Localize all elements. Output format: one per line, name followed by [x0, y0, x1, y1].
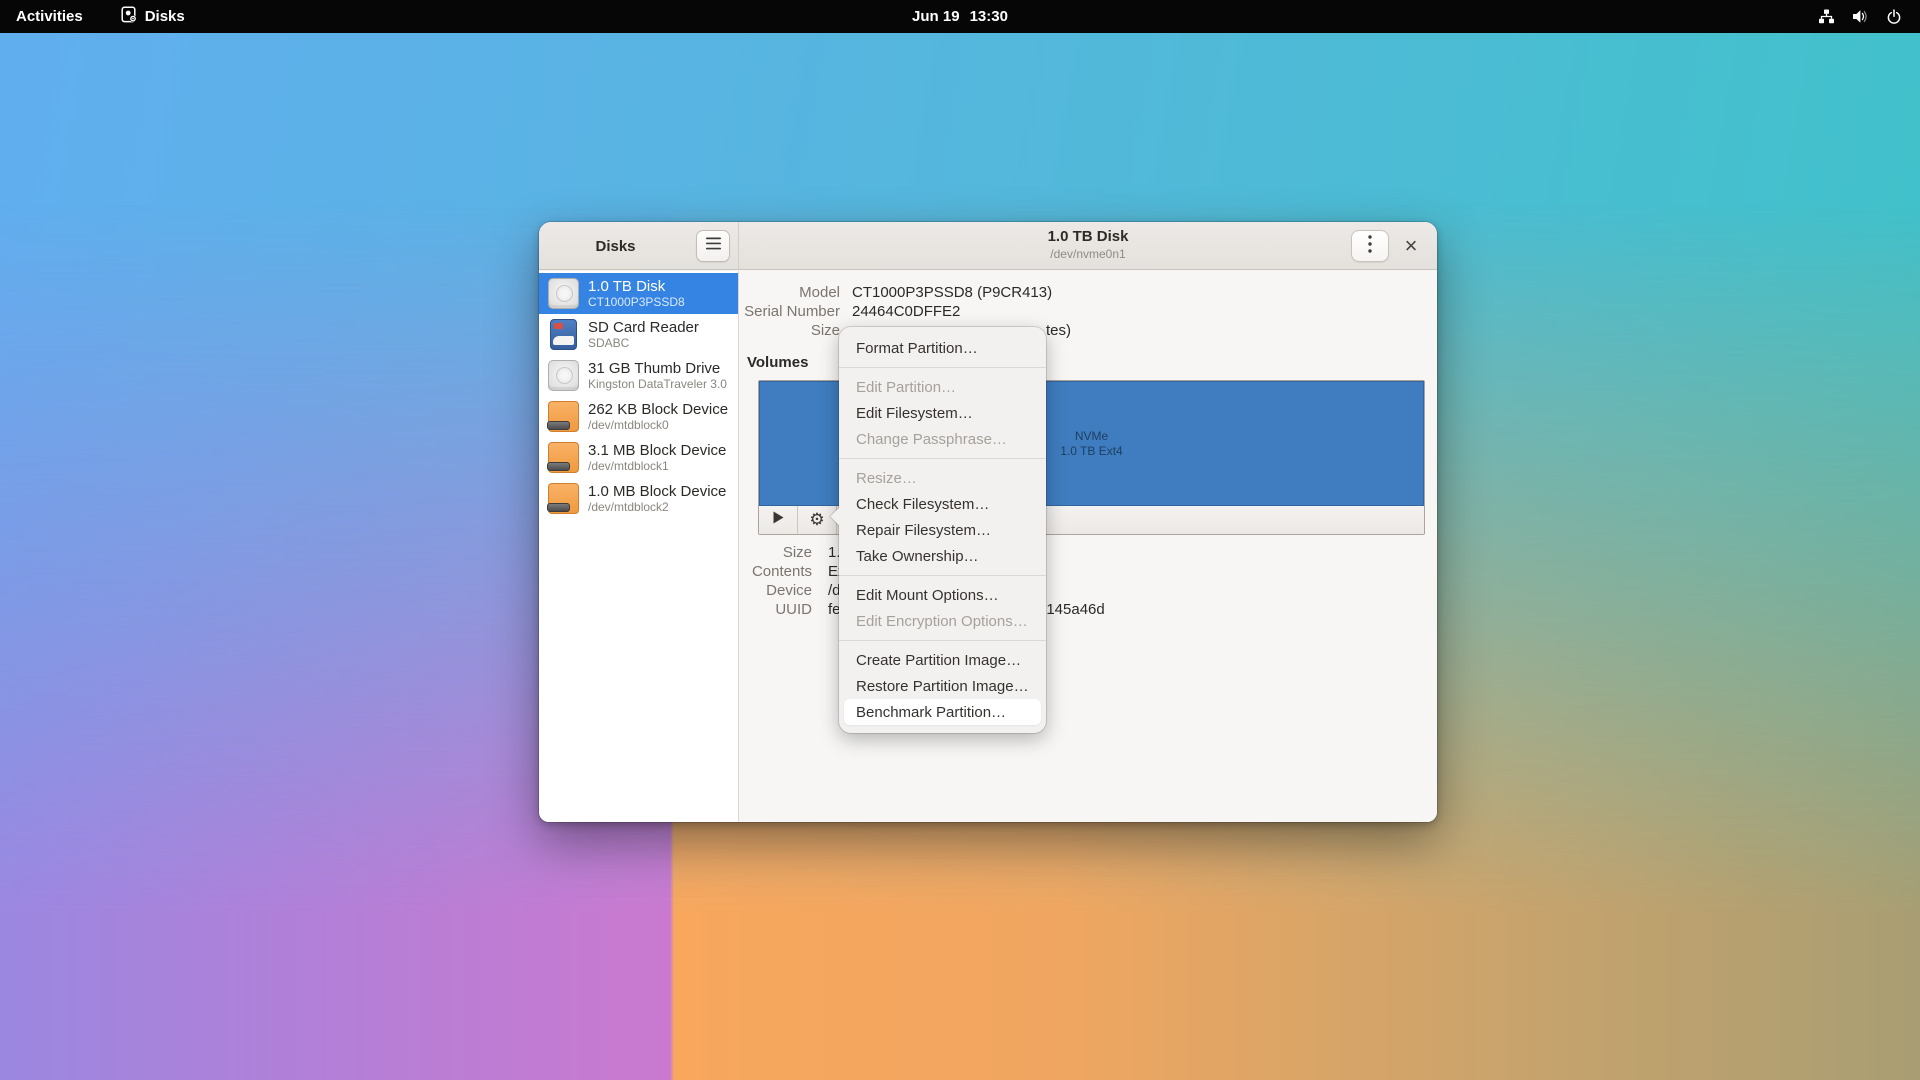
volume-info-grid: Size 1.0 Contents Ex Device /d UUID fe31…: [739, 543, 849, 619]
hamburger-menu-icon: [706, 237, 721, 255]
sidebar-item-mtdblock0[interactable]: 262 KB Block Device /dev/mtdblock0: [539, 396, 738, 437]
kebab-menu-icon: [1368, 235, 1372, 258]
disk-drive-icon: [548, 360, 579, 391]
menu-item-check-filesystem[interactable]: Check Filesystem…: [844, 491, 1041, 517]
activities-button[interactable]: Activities: [16, 8, 83, 25]
close-button[interactable]: ×: [1395, 230, 1427, 262]
headerbar[interactable]: Disks 1.0 TB Disk /dev/nvme0n1: [539, 222, 1437, 270]
menu-item-repair-filesystem[interactable]: Repair Filesystem…: [844, 517, 1041, 543]
disks-app-icon: [121, 6, 138, 27]
mount-volume-button[interactable]: [759, 506, 798, 534]
menu-item-benchmark-partition[interactable]: Benchmark Partition…: [844, 699, 1041, 725]
model-value: CT1000P3PSSD8 (P9CR413): [840, 283, 1071, 302]
uuid-label: UUID: [739, 600, 812, 619]
volumes-heading: Volumes: [747, 354, 808, 371]
uuid-row: UUID fe3145a46d: [739, 600, 849, 619]
gear-icon: ⚙: [809, 512, 824, 529]
model-row: Model CT1000P3PSSD8 (P9CR413): [739, 283, 1071, 302]
volume-icon: [1852, 9, 1869, 24]
contents-label: Contents: [739, 562, 812, 581]
menu-separator: [839, 367, 1046, 368]
menu-item-edit-mount-options[interactable]: Edit Mount Options…: [844, 582, 1041, 608]
volume-options-button[interactable]: ⚙: [798, 506, 837, 534]
block-device-icon: [548, 442, 579, 473]
sidebar-item-sd-card-reader[interactable]: SD Card Reader SDABC: [539, 314, 738, 355]
volume-size-label: Size: [739, 543, 812, 562]
drive-menu-button[interactable]: [1351, 230, 1389, 262]
window-subtitle: /dev/nvme0n1: [739, 247, 1437, 262]
menu-item-edit-partition: Edit Partition…: [844, 374, 1041, 400]
menu-separator: [839, 458, 1046, 459]
menu-item-create-partition-image[interactable]: Create Partition Image…: [844, 647, 1041, 673]
device-row: Device /d: [739, 581, 849, 600]
sidebar-item-mtdblock2[interactable]: 1.0 MB Block Device /dev/mtdblock2: [539, 478, 738, 519]
menu-item-resize: Resize…: [844, 465, 1041, 491]
play-icon: [773, 511, 784, 529]
model-label: Model: [739, 283, 840, 302]
volume-label: NVMe 1.0 TB Ext4: [1060, 429, 1122, 459]
sidebar-item-mtdblock1[interactable]: 3.1 MB Block Device /dev/mtdblock1: [539, 437, 738, 478]
menu-item-take-ownership[interactable]: Take Ownership…: [844, 543, 1041, 569]
contents-row: Contents Ex: [739, 562, 849, 581]
power-icon: [1886, 9, 1902, 25]
top-bar: Activities Disks Jun 19 13:30: [0, 0, 1920, 33]
window-title: 1.0 TB Disk: [739, 227, 1437, 247]
menu-item-format-partition[interactable]: Format Partition…: [844, 335, 1041, 361]
device-label: Device: [739, 581, 812, 600]
sidebar-title: Disks: [539, 222, 692, 270]
hamburger-menu-button[interactable]: [696, 230, 730, 262]
size-label: Size: [739, 321, 840, 340]
serial-value: 24464C0DFFE2: [840, 302, 1071, 321]
serial-row: Serial Number 24464C0DFFE2: [739, 302, 1071, 321]
clock[interactable]: Jun 19 13:30: [912, 8, 1008, 25]
menu-item-change-passphrase: Change Passphrase…: [844, 426, 1041, 452]
menu-item-edit-encryption-options: Edit Encryption Options…: [844, 608, 1041, 634]
headerbar-main-section: 1.0 TB Disk /dev/nvme0n1 ×: [739, 222, 1437, 269]
close-icon: ×: [1405, 233, 1418, 259]
partition-context-menu: Format Partition… Edit Partition… Edit F…: [839, 327, 1046, 733]
device-sidebar: 1.0 TB Disk CT1000P3PSSD8 SD Card Reader…: [539, 271, 739, 822]
menu-item-restore-partition-image[interactable]: Restore Partition Image…: [844, 673, 1041, 699]
desktop: Activities Disks Jun 19 13:30: [0, 0, 1920, 1080]
menu-separator: [839, 640, 1046, 641]
disk-drive-icon: [548, 278, 579, 309]
network-icon: [1818, 9, 1835, 24]
menu-item-edit-filesystem[interactable]: Edit Filesystem…: [844, 400, 1041, 426]
disks-window: Disks 1.0 TB Disk /dev/nvme0n1: [539, 222, 1437, 822]
serial-label: Serial Number: [739, 302, 840, 321]
sidebar-item-nvme-disk[interactable]: 1.0 TB Disk CT1000P3PSSD8: [539, 273, 738, 314]
app-indicator-disks[interactable]: Disks: [121, 6, 185, 27]
sd-card-icon: [550, 319, 577, 350]
sidebar-item-thumb-drive[interactable]: 31 GB Thumb Drive Kingston DataTraveler …: [539, 355, 738, 396]
system-status-area[interactable]: [1818, 0, 1920, 33]
block-device-icon: [548, 401, 579, 432]
volume-size-row: Size 1.0: [739, 543, 849, 562]
menu-separator: [839, 575, 1046, 576]
block-device-icon: [548, 483, 579, 514]
headerbar-sidebar-section: Disks: [539, 222, 739, 269]
